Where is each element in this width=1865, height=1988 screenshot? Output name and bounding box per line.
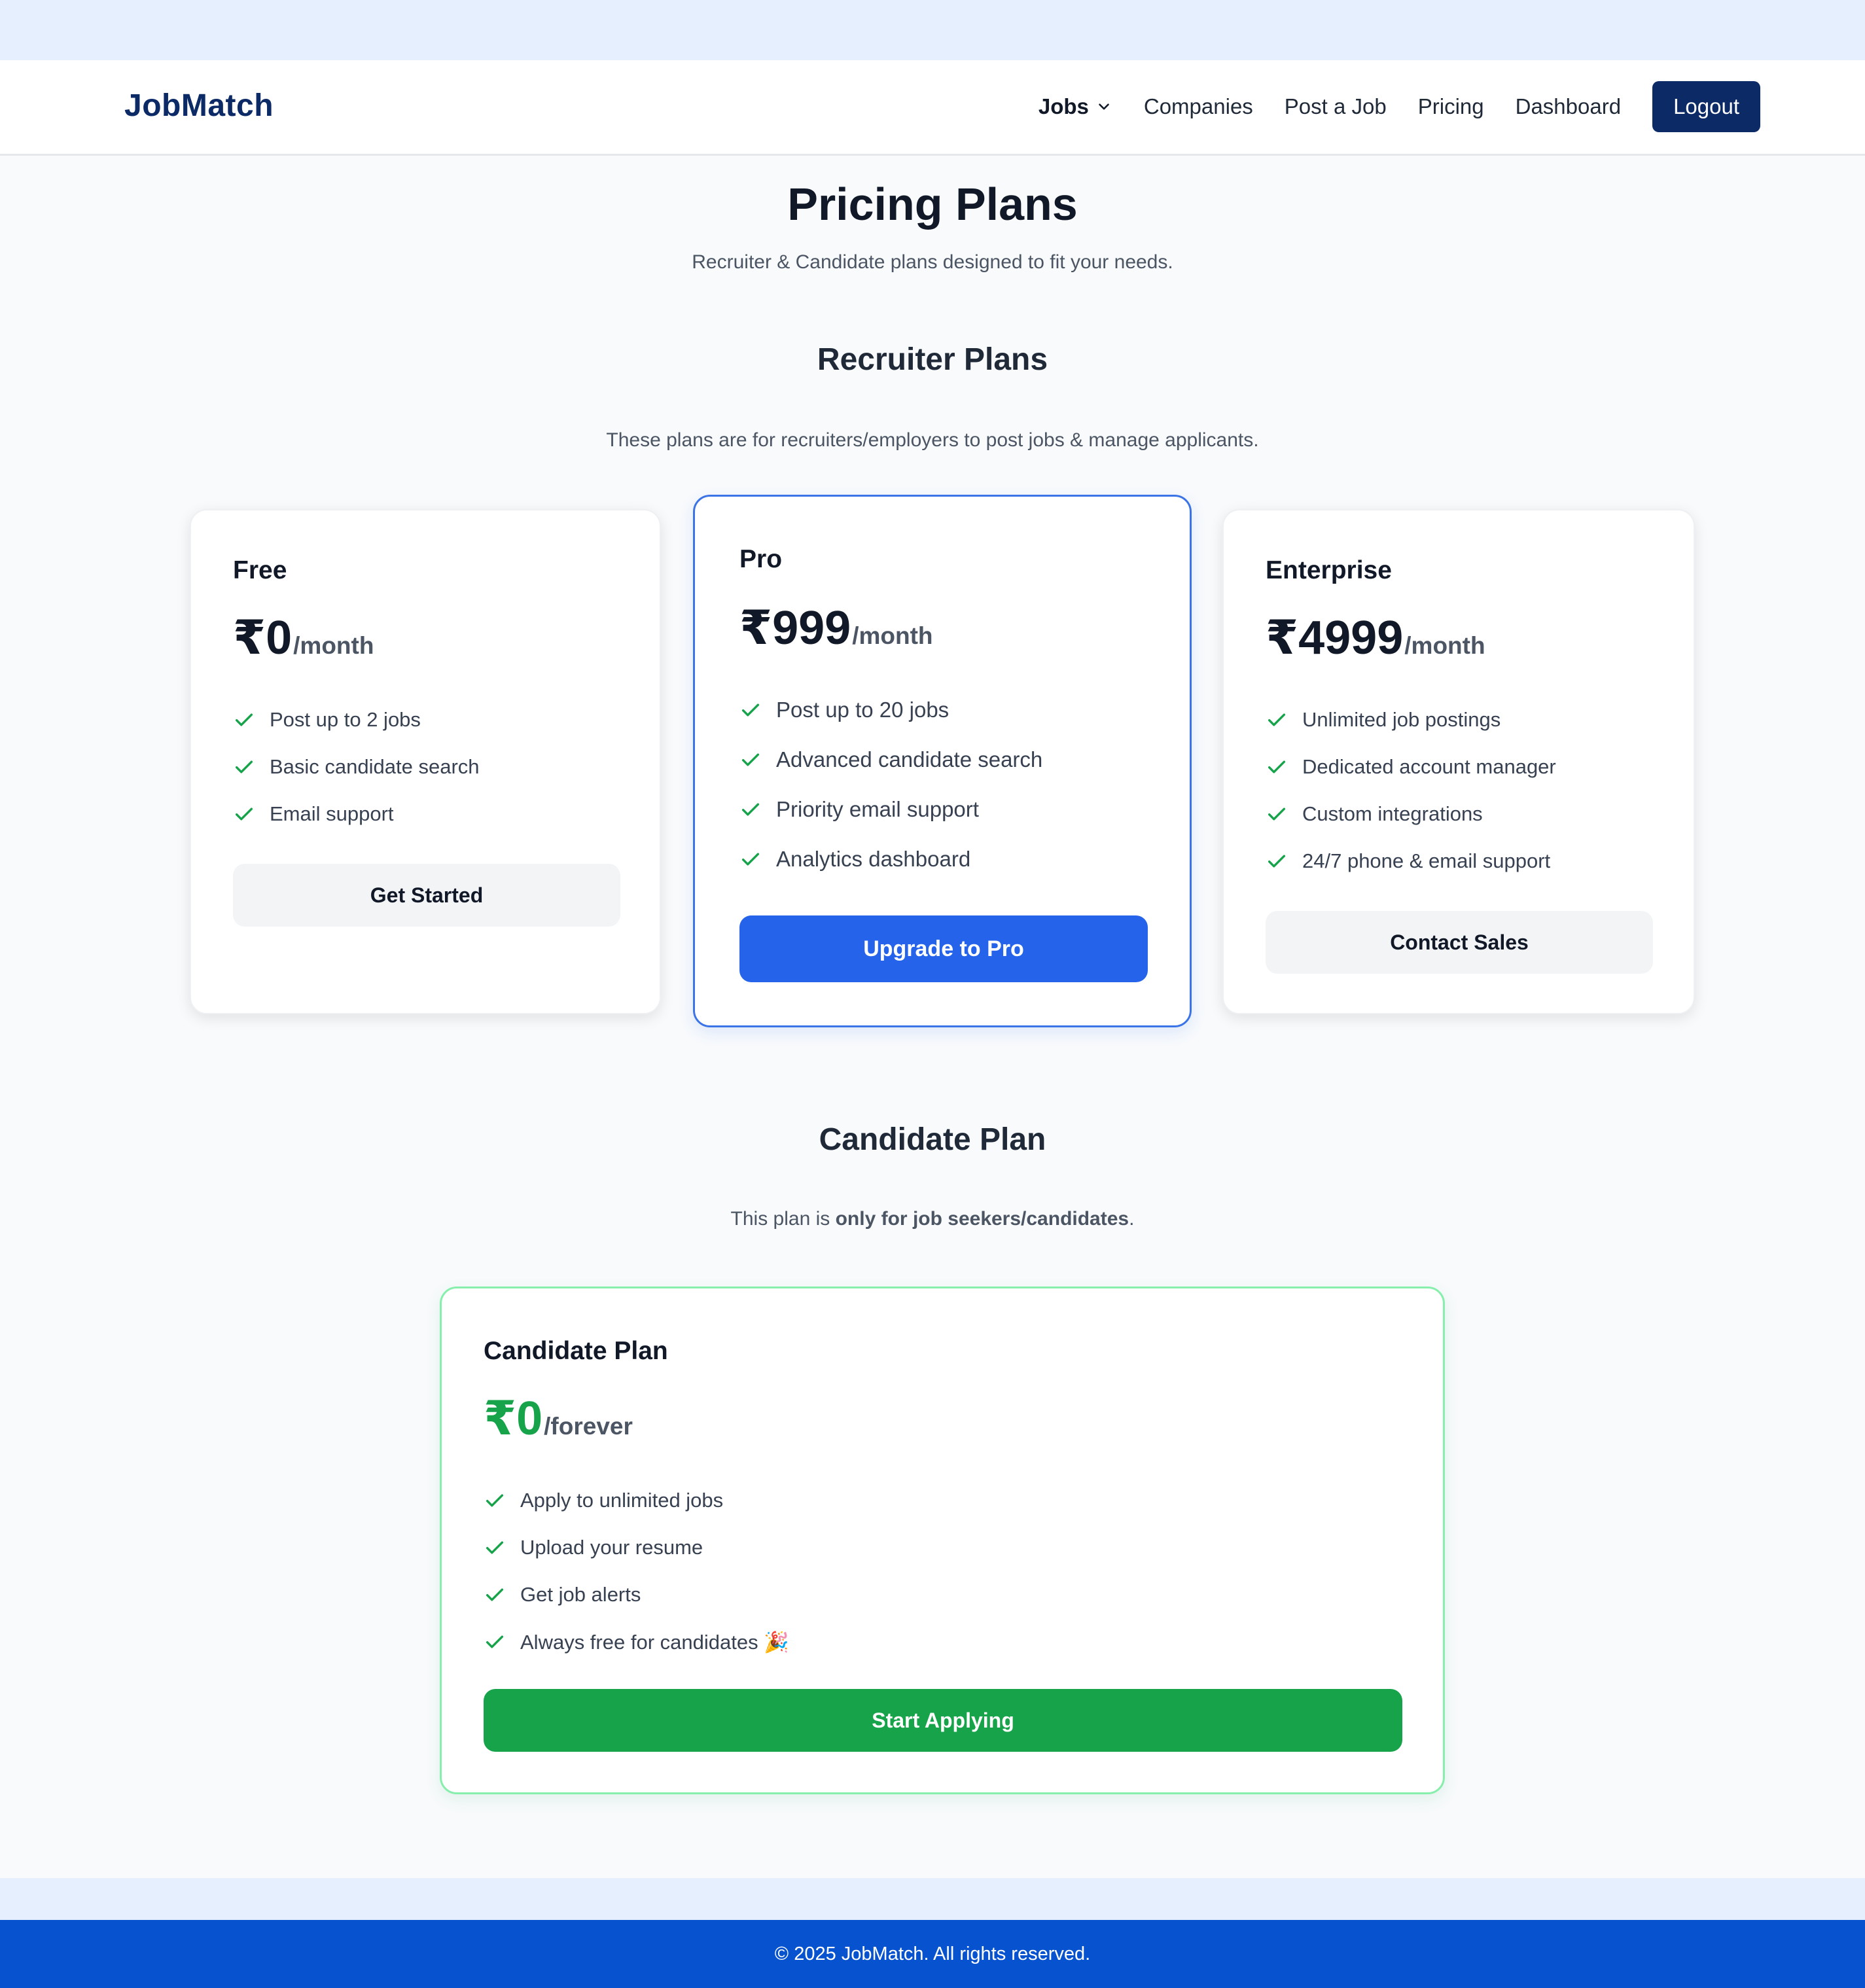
- nav-companies[interactable]: Companies: [1144, 94, 1253, 119]
- feature-text: Analytics dashboard: [776, 847, 971, 871]
- feature-list: Post up to 20 jobs Advanced candidate se…: [739, 685, 1042, 884]
- price-period: /month: [1404, 632, 1485, 659]
- feature-item: Upload your resume: [484, 1524, 789, 1571]
- plan-card-candidate: Candidate Plan ₹0 /forever Apply to unli…: [440, 1287, 1445, 1794]
- contact-sales-button[interactable]: Contact Sales: [1266, 911, 1653, 974]
- start-applying-button[interactable]: Start Applying: [484, 1689, 1402, 1752]
- candidate-section-description: This plan is only for job seekers/candid…: [0, 1208, 1865, 1230]
- feature-item: Basic candidate search: [233, 743, 480, 790]
- feature-item: Custom integrations: [1266, 790, 1556, 838]
- chevron-down-icon: [1099, 103, 1109, 110]
- feature-item: Get job alerts: [484, 1571, 789, 1618]
- feature-text: Unlimited job postings: [1302, 708, 1501, 731]
- check-icon: [1268, 760, 1286, 773]
- check-icon: [741, 803, 760, 816]
- check-icon: [235, 808, 253, 821]
- plan-name: Candidate Plan: [484, 1337, 668, 1365]
- price-period: /month: [852, 622, 933, 649]
- check-icon: [486, 1541, 504, 1554]
- feature-item: Always free for candidates 🎉: [484, 1618, 789, 1665]
- page-title: Pricing Plans: [787, 179, 1078, 230]
- feature-text: Email support: [270, 802, 394, 825]
- feature-item: Advanced candidate search: [739, 735, 1042, 785]
- plan-price: ₹999 /month: [739, 600, 933, 655]
- price-amount: ₹0: [233, 612, 293, 664]
- check-icon: [741, 753, 760, 766]
- nav-links: Jobs Companies Post a Job Pricing Dashbo…: [1007, 81, 1760, 132]
- recruiter-section-description: These plans are for recruiters/employers…: [606, 429, 1259, 451]
- feature-text: Dedicated account manager: [1302, 755, 1556, 778]
- price-amount: ₹999: [739, 602, 851, 654]
- check-icon: [1268, 855, 1286, 868]
- nav-post-job[interactable]: Post a Job: [1285, 94, 1387, 119]
- check-icon: [235, 760, 253, 773]
- plan-price: ₹4999 /month: [1266, 610, 1485, 665]
- feature-item: 24/7 phone & email support: [1266, 838, 1556, 885]
- feature-list: Post up to 2 jobs Basic candidate search…: [233, 696, 480, 838]
- navbar: JobMatch Jobs Companies Post a Job Prici…: [0, 60, 1865, 156]
- candidate-section-title: Candidate Plan: [819, 1122, 1046, 1157]
- feature-text: Apply to unlimited jobs: [520, 1489, 724, 1512]
- price-period: /month: [293, 632, 374, 659]
- top-strip: [0, 0, 1865, 60]
- description-prefix: This plan is: [730, 1208, 836, 1230]
- footer-strip: [0, 1878, 1865, 1920]
- price-period: /forever: [544, 1413, 633, 1440]
- feature-text: Get job alerts: [520, 1583, 641, 1606]
- feature-text: Post up to 20 jobs: [776, 698, 950, 722]
- check-icon: [741, 703, 760, 717]
- plan-card-pro: Pro ₹999 /month Post up to 20 jobs Advan…: [693, 495, 1192, 1027]
- feature-text: Custom integrations: [1302, 802, 1483, 825]
- feature-item: Apply to unlimited jobs: [484, 1477, 789, 1524]
- check-icon: [486, 1635, 504, 1648]
- recruiter-section-title: Recruiter Plans: [817, 342, 1048, 377]
- logo[interactable]: JobMatch: [124, 88, 274, 124]
- nav-jobs-dropdown[interactable]: Jobs: [1039, 94, 1112, 119]
- plan-name: Pro: [739, 545, 783, 573]
- plan-price: ₹0 /forever: [484, 1391, 633, 1446]
- feature-item: Post up to 2 jobs: [233, 696, 480, 743]
- check-icon: [1268, 808, 1286, 821]
- feature-text: Basic candidate search: [270, 755, 480, 778]
- feature-item: Dedicated account manager: [1266, 743, 1556, 790]
- check-icon: [1268, 713, 1286, 726]
- nav-pricing[interactable]: Pricing: [1418, 94, 1484, 119]
- check-icon: [235, 713, 253, 726]
- upgrade-to-pro-button[interactable]: Upgrade to Pro: [739, 915, 1148, 982]
- logout-button[interactable]: Logout: [1652, 81, 1760, 132]
- feature-text: Always free for candidates 🎉: [520, 1630, 789, 1654]
- plan-price: ₹0 /month: [233, 610, 374, 665]
- feature-text: Upload your resume: [520, 1536, 703, 1559]
- check-icon: [486, 1588, 504, 1601]
- feature-text: Advanced candidate search: [776, 747, 1043, 772]
- plan-card-free: Free ₹0 /month Post up to 2 jobs Basic c…: [190, 509, 661, 1014]
- nav-jobs-label: Jobs: [1038, 94, 1089, 118]
- feature-item: Email support: [233, 790, 480, 838]
- footer: © 2025 JobMatch. All rights reserved.: [0, 1920, 1865, 1988]
- feature-item: Priority email support: [739, 785, 1042, 834]
- nav-dashboard[interactable]: Dashboard: [1516, 94, 1621, 119]
- feature-text: 24/7 phone & email support: [1302, 849, 1551, 872]
- description-emphasis: only for job seekers/candidates: [835, 1208, 1129, 1230]
- feature-item: Analytics dashboard: [739, 834, 1042, 884]
- feature-text: Priority email support: [776, 797, 979, 821]
- feature-list: Unlimited job postings Dedicated account…: [1266, 696, 1556, 885]
- plan-name: Enterprise: [1266, 556, 1392, 584]
- description-suffix: .: [1129, 1208, 1135, 1230]
- feature-item: Unlimited job postings: [1266, 696, 1556, 743]
- plan-name: Free: [233, 556, 287, 584]
- get-started-button[interactable]: Get Started: [233, 864, 620, 927]
- page-subtitle: Recruiter & Candidate plans designed to …: [692, 251, 1173, 273]
- price-amount: ₹0: [484, 1393, 543, 1445]
- price-amount: ₹4999: [1266, 612, 1404, 664]
- check-icon: [741, 853, 760, 866]
- feature-list: Apply to unlimited jobs Upload your resu…: [484, 1477, 789, 1665]
- feature-text: Post up to 2 jobs: [270, 708, 421, 731]
- feature-item: Post up to 20 jobs: [739, 685, 1042, 735]
- footer-copyright: © 2025 JobMatch. All rights reserved.: [774, 1943, 1091, 1964]
- check-icon: [486, 1494, 504, 1507]
- plan-card-enterprise: Enterprise ₹4999 /month Unlimited job po…: [1222, 509, 1695, 1014]
